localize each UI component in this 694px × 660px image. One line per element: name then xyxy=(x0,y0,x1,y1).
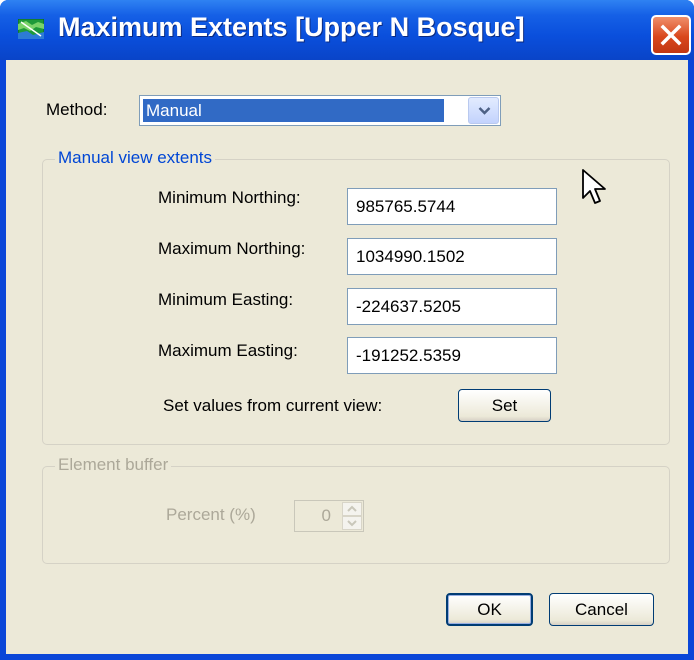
set-button[interactable]: Set xyxy=(458,389,551,422)
chevron-down-icon xyxy=(478,107,491,115)
spin-up-button[interactable] xyxy=(342,502,362,516)
spinner-buttons xyxy=(342,502,362,530)
minimum-northing-label: Minimum Northing: xyxy=(158,188,301,207)
chevron-down-icon xyxy=(347,520,357,527)
maximum-easting-label: Maximum Easting: xyxy=(158,341,298,360)
minimum-easting-label: Minimum Easting: xyxy=(158,290,294,309)
manual-view-extents-legend: Manual view extents xyxy=(55,148,216,168)
dropdown-button[interactable] xyxy=(468,97,499,124)
maximum-northing-label: Maximum Northing: xyxy=(158,239,306,258)
percent-spinner[interactable]: 0 xyxy=(294,500,364,532)
chevron-up-icon xyxy=(347,505,357,512)
dialog-window: Maximum Extents [Upper N Bosque] Method:… xyxy=(0,0,694,660)
minimum-easting-field[interactable]: -224637.5205 xyxy=(347,288,557,325)
method-selected-value: Manual xyxy=(143,99,444,122)
title-bar[interactable]: Maximum Extents [Upper N Bosque] xyxy=(0,0,694,60)
minimum-northing-field[interactable]: 985765.5744 xyxy=(347,188,557,225)
percent-label: Percent (%) xyxy=(166,505,256,524)
mouse-pointer-icon xyxy=(582,169,606,204)
maximum-northing-field[interactable]: 1034990.1502 xyxy=(347,238,557,275)
method-label: Method: xyxy=(46,100,108,119)
map-icon xyxy=(17,18,45,40)
window-title: Maximum Extents [Upper N Bosque] xyxy=(58,12,525,42)
ok-button[interactable]: OK xyxy=(446,593,533,626)
close-button[interactable] xyxy=(651,15,691,55)
dialog-body: Method: Manual Manual view extents Minim… xyxy=(6,60,688,654)
element-buffer-legend: Element buffer xyxy=(55,455,172,475)
method-select[interactable]: Manual xyxy=(139,95,501,126)
spin-down-button[interactable] xyxy=(342,516,362,530)
close-icon xyxy=(660,24,682,46)
percent-value: 0 xyxy=(321,506,331,525)
set-values-prompt: Set values from current view: xyxy=(163,396,383,415)
maximum-easting-field[interactable]: -191252.5359 xyxy=(347,337,557,374)
cancel-button[interactable]: Cancel xyxy=(549,593,654,626)
